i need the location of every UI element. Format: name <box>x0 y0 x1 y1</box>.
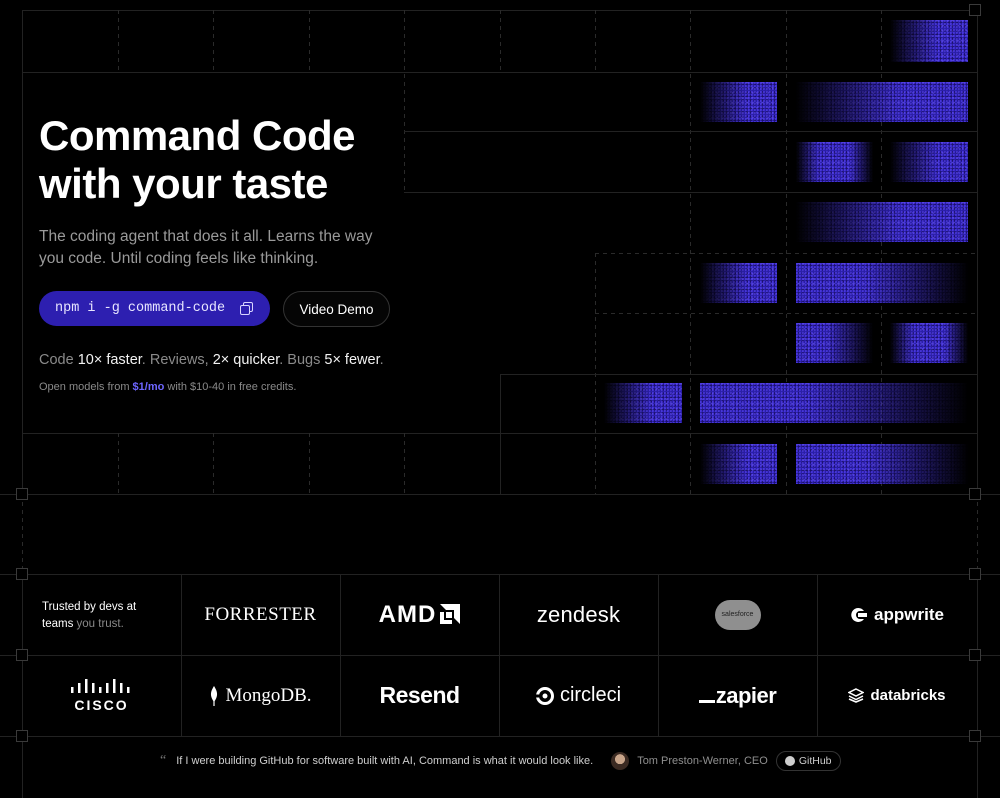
logo-resend: Resend <box>379 682 460 708</box>
credits-text: with $10-40 in free credits. <box>164 381 297 393</box>
logo-cisco: CISCO <box>22 655 181 736</box>
github-badge-label: GitHub <box>798 755 832 767</box>
grid-line <box>500 10 501 72</box>
credits-text: Open models from <box>39 381 133 393</box>
testimonial-text: If I were building GitHub for software b… <box>176 755 594 767</box>
noise-block <box>700 383 968 423</box>
circleci-icon <box>535 686 554 705</box>
cisco-bars-icon <box>70 678 129 693</box>
trusted-line: teams <box>42 618 77 630</box>
logo-zendesk: zendesk <box>536 601 621 627</box>
video-demo-button[interactable]: Video Demo <box>283 291 390 327</box>
trusted-line-muted: you trust. <box>76 618 124 630</box>
grid-line <box>977 574 978 798</box>
noise-block <box>796 82 968 122</box>
grid-line <box>22 433 977 434</box>
github-icon <box>784 756 795 766</box>
appwrite-wordmark: appwrite <box>874 604 944 624</box>
noise-block <box>890 20 968 62</box>
corner-marker <box>16 488 28 500</box>
grid-line <box>309 10 310 72</box>
logo-circleci: circleci <box>499 655 658 736</box>
quote-icon: “ <box>160 753 167 768</box>
grid-line <box>595 10 596 72</box>
logo-mongodb: MongoDB. <box>181 655 340 736</box>
hero-title: Command Code with your taste <box>39 112 356 207</box>
install-command-text: npm i -g command-code <box>55 301 226 316</box>
grid-line <box>0 736 1000 737</box>
stats-text: . <box>379 352 384 368</box>
noise-block <box>796 444 968 484</box>
noise-block <box>890 142 968 182</box>
grid-line <box>309 433 310 494</box>
grid-line <box>22 72 977 73</box>
testimonial: “ If I were building GitHub for software… <box>160 750 841 772</box>
grid-line <box>213 10 214 72</box>
noise-block <box>700 82 777 122</box>
corner-marker <box>969 488 981 500</box>
hero-subtitle: The coding agent that does it all. Learn… <box>39 228 373 267</box>
corner-marker <box>16 568 28 580</box>
noise-block <box>700 444 777 484</box>
avatar <box>611 752 630 770</box>
grid-line <box>0 494 1000 495</box>
grid-line <box>595 253 977 254</box>
stats-text: . Reviews, <box>141 352 213 368</box>
mongodb-wordmark: MongoDB. <box>225 684 312 706</box>
grid-line <box>22 494 23 574</box>
noise-block <box>700 263 777 303</box>
logo-databricks: databricks <box>817 655 977 736</box>
copy-icon[interactable] <box>240 301 254 316</box>
credits-line: Open models from $1/mo with $10-40 in fr… <box>39 381 296 393</box>
grid-line <box>404 131 977 132</box>
zapier-wordmark: zapier <box>715 682 777 708</box>
grid-line <box>118 433 119 494</box>
stats-highlight: 2× quicker <box>212 352 280 368</box>
grid-line <box>404 433 405 494</box>
mongodb-leaf-icon <box>211 685 218 706</box>
grid-line <box>977 494 978 574</box>
databricks-layers-icon <box>848 688 865 703</box>
stats-text: Code <box>39 352 78 368</box>
grid-line <box>213 433 214 494</box>
github-badge[interactable]: GitHub <box>775 751 841 771</box>
noise-block <box>604 383 682 423</box>
noise-block <box>796 202 968 242</box>
grid-line <box>22 10 23 494</box>
stats-highlight: 5× fewer <box>324 352 380 368</box>
grid-line <box>118 10 119 72</box>
grid-line <box>500 374 501 494</box>
noise-block <box>796 323 873 363</box>
noise-block <box>796 142 873 182</box>
trusted-by-label: Trusted by devs at teams you trust. <box>42 599 162 633</box>
amd-wordmark: AMD <box>378 600 437 628</box>
stats-text: . Bugs <box>279 352 325 368</box>
trusted-line: Trusted by devs at <box>42 601 137 613</box>
logo-salesforce-cell: salesforce <box>658 574 817 655</box>
logo-salesforce: salesforce <box>714 599 761 630</box>
copy-install-command-button[interactable]: npm i -g command-code <box>39 291 270 326</box>
price-link[interactable]: $1/mo <box>133 381 165 393</box>
stats-line: Code 10× faster. Reviews, 2× quicker. Bu… <box>39 352 384 368</box>
logo-zapier: zapier <box>658 655 817 736</box>
logo-forrester: FORRESTER <box>204 603 317 625</box>
logo-amd: AMD <box>340 574 499 655</box>
testimonial-author: Tom Preston-Werner, CEO <box>637 755 768 767</box>
cisco-wordmark: CISCO <box>74 696 129 713</box>
grid-line <box>500 374 977 375</box>
stats-highlight: 10× faster <box>77 352 142 368</box>
corner-marker <box>969 4 981 16</box>
grid-line <box>595 313 977 314</box>
logo-appwrite: appwrite <box>817 574 977 655</box>
noise-block <box>890 323 968 363</box>
appwrite-icon <box>851 607 868 622</box>
noise-block <box>796 263 968 303</box>
grid-line <box>690 10 691 494</box>
zapier-underscore-icon <box>698 700 715 703</box>
grid-line <box>404 192 977 193</box>
circleci-wordmark: circleci <box>559 684 622 706</box>
amd-arrow-icon <box>440 603 461 624</box>
grid-line <box>977 10 978 494</box>
databricks-wordmark: databricks <box>870 687 946 704</box>
